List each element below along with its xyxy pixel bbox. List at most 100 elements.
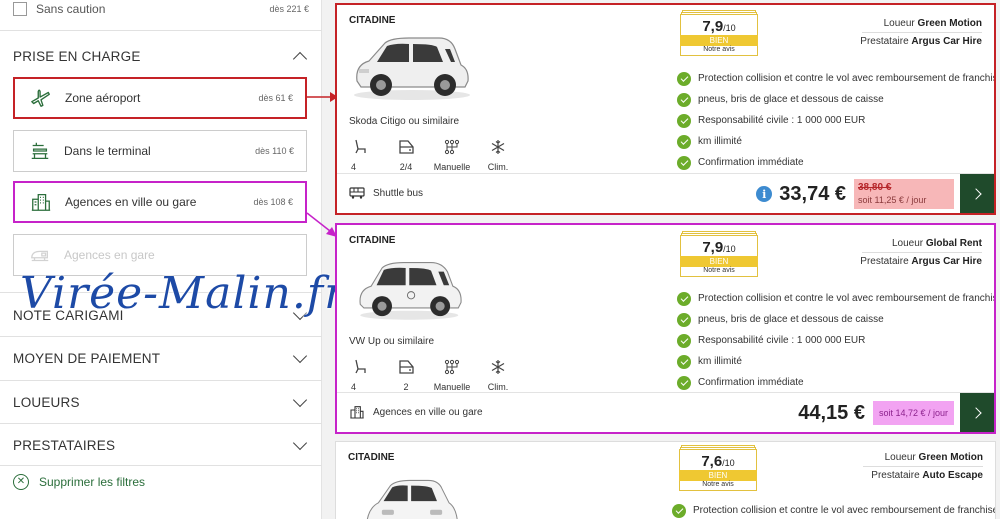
pickup-section-header[interactable]: PRISE EN CHARGE bbox=[13, 45, 309, 67]
check-icon bbox=[677, 291, 691, 306]
section-header-renters[interactable]: LOUEURS bbox=[13, 391, 309, 413]
gearbox-icon bbox=[443, 138, 461, 156]
divider bbox=[0, 423, 322, 424]
divider bbox=[0, 465, 322, 466]
gearbox-icon bbox=[443, 358, 461, 376]
feature-text: Confirmation immédiate bbox=[698, 157, 804, 168]
check-icon bbox=[677, 333, 691, 348]
no-deposit-filter[interactable]: Sans caution dès 221 € bbox=[13, 0, 309, 18]
clear-filters-label: Supprimer les filtres bbox=[39, 475, 146, 489]
pickup-label: Shuttle bus bbox=[373, 187, 424, 199]
result-card: CITADINE Skoda Citigo ou similaire 4 2/4… bbox=[335, 3, 996, 215]
supplier-info: Loueur Global Rent Prestataire Argus Car… bbox=[860, 235, 982, 270]
check-icon bbox=[677, 113, 691, 128]
section-title: MOYEN DE PAIEMENT bbox=[13, 350, 161, 366]
car-image bbox=[359, 262, 462, 320]
gearbox-spec: Manuelle bbox=[427, 358, 477, 392]
rating-score: 7,9 bbox=[702, 18, 724, 35]
check-icon bbox=[677, 375, 691, 390]
pickup-option-city[interactable]: Agences en ville ou gare dès 108 € bbox=[13, 181, 307, 223]
feature-text: Protection collision et contre le vol av… bbox=[698, 73, 996, 84]
no-deposit-checkbox[interactable] bbox=[13, 2, 27, 16]
pickup-option-airport[interactable]: Zone aéroport dès 61 € bbox=[13, 77, 307, 119]
provider-name: Argus Car Hire bbox=[911, 256, 982, 267]
chevron-down-icon[interactable] bbox=[292, 435, 308, 450]
city-building-icon bbox=[29, 190, 53, 214]
car-door-icon bbox=[397, 138, 415, 156]
chevron-down-icon[interactable] bbox=[292, 348, 308, 363]
result-card: CITADINE VW Up ou similaire 4 2 Manuelle… bbox=[335, 223, 996, 434]
provider-name: Argus Car Hire bbox=[911, 36, 982, 47]
pickup-option-label: Dans le terminal bbox=[64, 144, 151, 158]
price-block: i 33,74 € 38,80 € soit 11,25 € / jour bbox=[756, 174, 954, 213]
chevron-up-icon[interactable] bbox=[292, 51, 308, 66]
feature-item: km illimité bbox=[677, 131, 994, 152]
rating-label: BIEN bbox=[680, 256, 758, 267]
seat-icon bbox=[351, 138, 369, 156]
check-icon bbox=[677, 92, 691, 107]
provider-label: Prestataire bbox=[860, 36, 909, 47]
gearbox-spec: Manuelle bbox=[427, 138, 477, 172]
chevron-down-icon[interactable] bbox=[292, 392, 308, 407]
price-per-day: soit 11,25 € / jour bbox=[858, 195, 927, 205]
watermark-logo: Virée-Malin.fr bbox=[20, 268, 347, 319]
clear-filters-link[interactable]: ✕ Supprimer les filtres bbox=[13, 474, 145, 490]
snowflake-icon bbox=[489, 138, 507, 156]
feature-item: Confirmation immédiate bbox=[677, 372, 994, 393]
doors-spec: 2 bbox=[385, 358, 427, 392]
renter-name: Green Motion bbox=[917, 18, 982, 29]
train-icon bbox=[28, 243, 52, 267]
section-header-providers[interactable]: PRESTATAIRES bbox=[13, 434, 309, 456]
pickup-type: Agences en ville ou gare bbox=[349, 405, 483, 419]
pickup-label: Agences en ville ou gare bbox=[373, 406, 483, 418]
feature-text: pneus, bris de glace et dessous de caiss… bbox=[698, 94, 884, 105]
price: 44,15 € bbox=[798, 401, 865, 424]
info-icon[interactable]: i bbox=[756, 186, 773, 202]
check-icon bbox=[677, 134, 691, 149]
snowflake-icon bbox=[489, 358, 507, 376]
doors-value: 2 bbox=[403, 382, 409, 392]
renter-label: Loueur bbox=[891, 238, 924, 249]
airplane-icon bbox=[29, 86, 53, 110]
rating-score: 7,9 bbox=[702, 239, 724, 256]
doors-value: 2/4 bbox=[399, 162, 413, 172]
pickup-option-terminal[interactable]: Dans le terminal dès 110 € bbox=[13, 130, 307, 172]
rating-score: 7,6 bbox=[701, 453, 723, 470]
feature-item: Protection collision et contre le vol av… bbox=[672, 500, 995, 519]
car-category: CITADINE bbox=[349, 15, 396, 26]
doors-spec: 2/4 bbox=[385, 138, 427, 172]
feature-text: km illimité bbox=[698, 136, 742, 147]
check-icon bbox=[677, 71, 691, 86]
car-image bbox=[354, 37, 470, 100]
check-icon bbox=[677, 312, 691, 327]
check-icon bbox=[677, 354, 691, 369]
gearbox-value: Manuelle bbox=[433, 162, 471, 172]
section-title: PRESTATAIRES bbox=[13, 437, 116, 453]
price-per-day: soit 14,72 € / jour bbox=[872, 401, 954, 425]
ac-value: Clim. bbox=[487, 162, 509, 172]
section-title: LOUEURS bbox=[13, 394, 80, 410]
rating-label: BIEN bbox=[680, 35, 758, 46]
rating-sub: Notre avis bbox=[703, 46, 735, 53]
card-footer: Agences en ville ou gare 44,15 € soit 14… bbox=[337, 392, 994, 432]
pickup-section-title: PRISE EN CHARGE bbox=[13, 48, 141, 64]
feature-text: Confirmation immédiate bbox=[698, 377, 804, 388]
seat-icon bbox=[351, 358, 369, 376]
features-list: Protection collision et contre le vol av… bbox=[677, 68, 996, 173]
card-footer: Shuttle bus i 33,74 € 38,80 € soit 11,25… bbox=[337, 173, 994, 213]
features-list: Protection collision et contre le vol av… bbox=[677, 288, 994, 393]
pickup-option-price: dès 61 € bbox=[258, 93, 293, 103]
old-price: 38,80 € bbox=[858, 182, 892, 193]
seats-spec: 4 bbox=[351, 358, 385, 392]
feature-item: Responsabilité civile : 1 000 000 EUR bbox=[677, 110, 994, 131]
feature-item: Confirmation immédiate bbox=[677, 152, 994, 173]
city-building-icon bbox=[349, 405, 365, 419]
section-header-payment[interactable]: MOYEN DE PAIEMENT bbox=[13, 347, 309, 369]
features-list: Protection collision et contre le vol av… bbox=[672, 500, 995, 519]
car-model: Skoda Citigo ou similaire bbox=[349, 116, 460, 127]
select-offer-button[interactable] bbox=[960, 174, 994, 213]
select-offer-button[interactable] bbox=[960, 393, 994, 432]
seats-value: 4 bbox=[351, 162, 357, 172]
supplier-info: Loueur Green Motion Prestataire Auto Esc… bbox=[863, 449, 983, 484]
rating-badge: 7,9/10 BIEN Notre avis bbox=[680, 10, 758, 56]
